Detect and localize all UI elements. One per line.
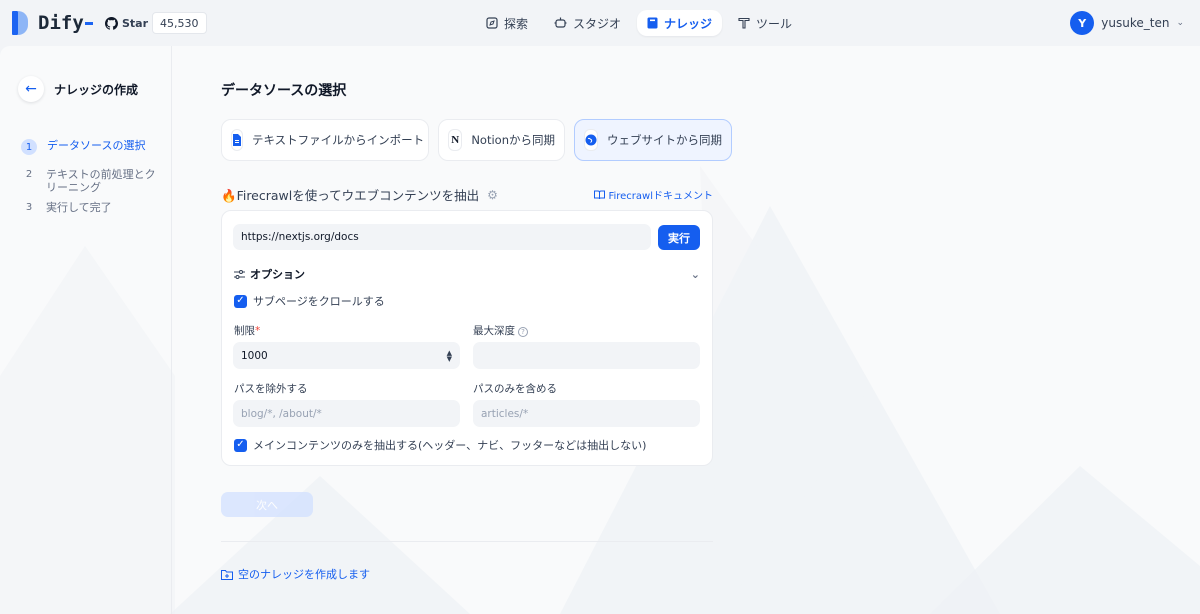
main-nav: 探索 スタジオ ナレッジ ツール — [476, 10, 802, 36]
max-depth-label: 最大深度? — [473, 323, 528, 338]
github-star-count[interactable]: 45,530 — [152, 12, 207, 34]
user-name: yusuke_ten — [1101, 16, 1170, 30]
user-menu[interactable]: Y yusuke_ten ⌄ — [1070, 11, 1184, 35]
globe-icon — [584, 129, 598, 151]
folder-plus-icon — [221, 569, 233, 580]
create-empty-knowledge-link[interactable]: 空のナレッジを作成します — [221, 566, 370, 582]
dify-logo-mark — [12, 11, 34, 35]
nav-studio[interactable]: スタジオ — [544, 10, 631, 36]
main-content-only-label: メインコンテンツのみを抽出する(ヘッダー、ナビ、フッターなどは抽出しない) — [253, 439, 647, 452]
dify-logo[interactable]: Dify — [12, 11, 93, 35]
run-button[interactable]: 実行 — [658, 225, 700, 250]
source-label: テキストファイルからインポート — [252, 133, 425, 147]
hammer-icon — [738, 17, 750, 29]
back-row: ← ナレッジの作成 — [18, 76, 138, 102]
required-marker: * — [255, 325, 261, 337]
step-list: 1 データソースの選択 2 テキストの前処理とクリーニング 3 実行して完了 — [21, 139, 162, 218]
step-number: 2 — [25, 169, 33, 180]
sliders-icon — [234, 269, 245, 279]
help-icon[interactable]: ? — [518, 327, 528, 337]
step-label: データソースの選択 — [47, 139, 146, 152]
include-paths-label: パスのみを含める — [473, 383, 557, 395]
chevron-down-icon: ⌄ — [1176, 18, 1184, 28]
max-depth-label-text: 最大深度 — [473, 325, 515, 337]
sidebar-title: ナレッジの作成 — [54, 82, 139, 97]
firecrawl-doc-link[interactable]: Firecrawlドキュメント — [594, 187, 713, 202]
github-icon — [105, 16, 118, 30]
nav-tools-label: ツール — [756, 16, 793, 31]
nav-tools[interactable]: ツール — [728, 10, 802, 36]
nav-explore-label: 探索 — [504, 16, 529, 31]
options-label: オプション — [250, 268, 305, 281]
nav-knowledge[interactable]: ナレッジ — [637, 10, 723, 36]
notion-icon: N — [448, 129, 463, 151]
firecrawl-header: 🔥Firecrawlを使ってウエブコンテンツを抽出 ⚙ Firecrawlドキュ… — [221, 185, 713, 204]
book-icon — [647, 17, 658, 29]
doc-link-label: Firecrawlドキュメント — [608, 191, 713, 202]
github-star-button[interactable]: Star — [102, 12, 152, 34]
main-stage: ← ナレッジの作成 1 データソースの選択 2 テキストの前処理とクリーニング … — [0, 46, 1200, 614]
exclude-paths-input[interactable]: blog/*, /about/* — [233, 400, 460, 427]
crawl-subpages-option[interactable]: ✓ サブページをクロールする — [234, 293, 385, 309]
avatar[interactable]: Y — [1070, 11, 1095, 35]
page-title: データソースの選択 — [221, 83, 347, 99]
create-knowledge-sidebar: ← ナレッジの作成 1 データソースの選択 2 テキストの前処理とクリーニング … — [0, 46, 172, 614]
main-content-only-option[interactable]: ✓ メインコンテンツのみを抽出する(ヘッダー、ナビ、フッターなどは抽出しない) — [234, 437, 646, 453]
main-content-only-checkbox[interactable]: ✓ — [234, 438, 247, 452]
source-label: ウェブサイトから同期 — [607, 133, 722, 147]
source-file-import[interactable]: テキストファイルからインポート — [221, 119, 429, 161]
url-input[interactable]: https://nextjs.org/docs — [233, 224, 651, 250]
gear-icon[interactable]: ⚙ — [487, 188, 498, 202]
firecrawl-title: 🔥Firecrawlを使ってウエブコンテンツを抽出 — [221, 188, 480, 203]
book-open-icon — [594, 190, 606, 199]
step-label: 実行して完了 — [46, 201, 112, 214]
datasource-options: テキストファイルからインポート N Notionから同期 ウェブサイトから同期 — [221, 119, 732, 161]
crawl-form-card: https://nextjs.org/docs 実行 オプション ⌄ ✓ サブペ… — [221, 210, 713, 466]
exclude-paths-label: パスを除外する — [234, 383, 308, 395]
nav-studio-label: スタジオ — [573, 16, 622, 31]
nav-knowledge-label: ナレッジ — [664, 16, 713, 31]
step-number: 3 — [25, 202, 33, 213]
step-label: テキストの前処理とクリーニング — [46, 168, 156, 194]
stepper-icon[interactable]: ▲ ▼ — [447, 349, 452, 362]
crawl-subpages-checkbox[interactable]: ✓ — [234, 294, 247, 308]
source-notion-sync[interactable]: N Notionから同期 — [438, 119, 565, 161]
github-star-label: Star — [122, 16, 149, 30]
next-button[interactable]: 次へ — [221, 492, 313, 517]
robot-icon — [554, 17, 567, 28]
empty-link-label: 空のナレッジを作成します — [238, 568, 370, 581]
divider — [221, 541, 713, 542]
step-item-1: 1 データソースの選択 — [21, 139, 162, 155]
chevron-down-icon: ⌄ — [690, 267, 700, 281]
top-header: Dify Star 45,530 探索 スタジオ ナレッジ ツール Y yusu… — [0, 0, 1200, 46]
github-star-widget[interactable]: Star 45,530 — [102, 12, 207, 34]
limit-label: 制限* — [234, 323, 260, 338]
compass-icon — [486, 17, 498, 29]
crawl-subpages-label: サブページをクロールする — [253, 295, 385, 308]
source-label: Notionから同期 — [471, 133, 555, 147]
step-item-2: 2 テキストの前処理とクリーニング — [22, 168, 162, 194]
source-website-sync[interactable]: ウェブサイトから同期 — [574, 119, 732, 161]
arrow-left-icon: ← — [25, 81, 37, 97]
max-depth-input[interactable] — [473, 342, 700, 369]
limit-input[interactable]: 1000 ▲ ▼ — [233, 342, 460, 369]
file-icon — [231, 129, 243, 151]
step-item-3: 3 実行して完了 — [22, 201, 162, 214]
logo-cursor — [84, 21, 93, 25]
limit-value: 1000 — [241, 349, 268, 362]
nav-explore[interactable]: 探索 — [476, 10, 538, 36]
step-number: 1 — [21, 139, 37, 155]
include-paths-input[interactable]: articles/* — [473, 400, 700, 427]
back-button[interactable]: ← — [18, 76, 44, 102]
limit-label-text: 制限 — [234, 325, 255, 337]
brand-name: Dify — [38, 12, 84, 34]
options-toggle[interactable]: オプション ⌄ — [234, 266, 700, 282]
